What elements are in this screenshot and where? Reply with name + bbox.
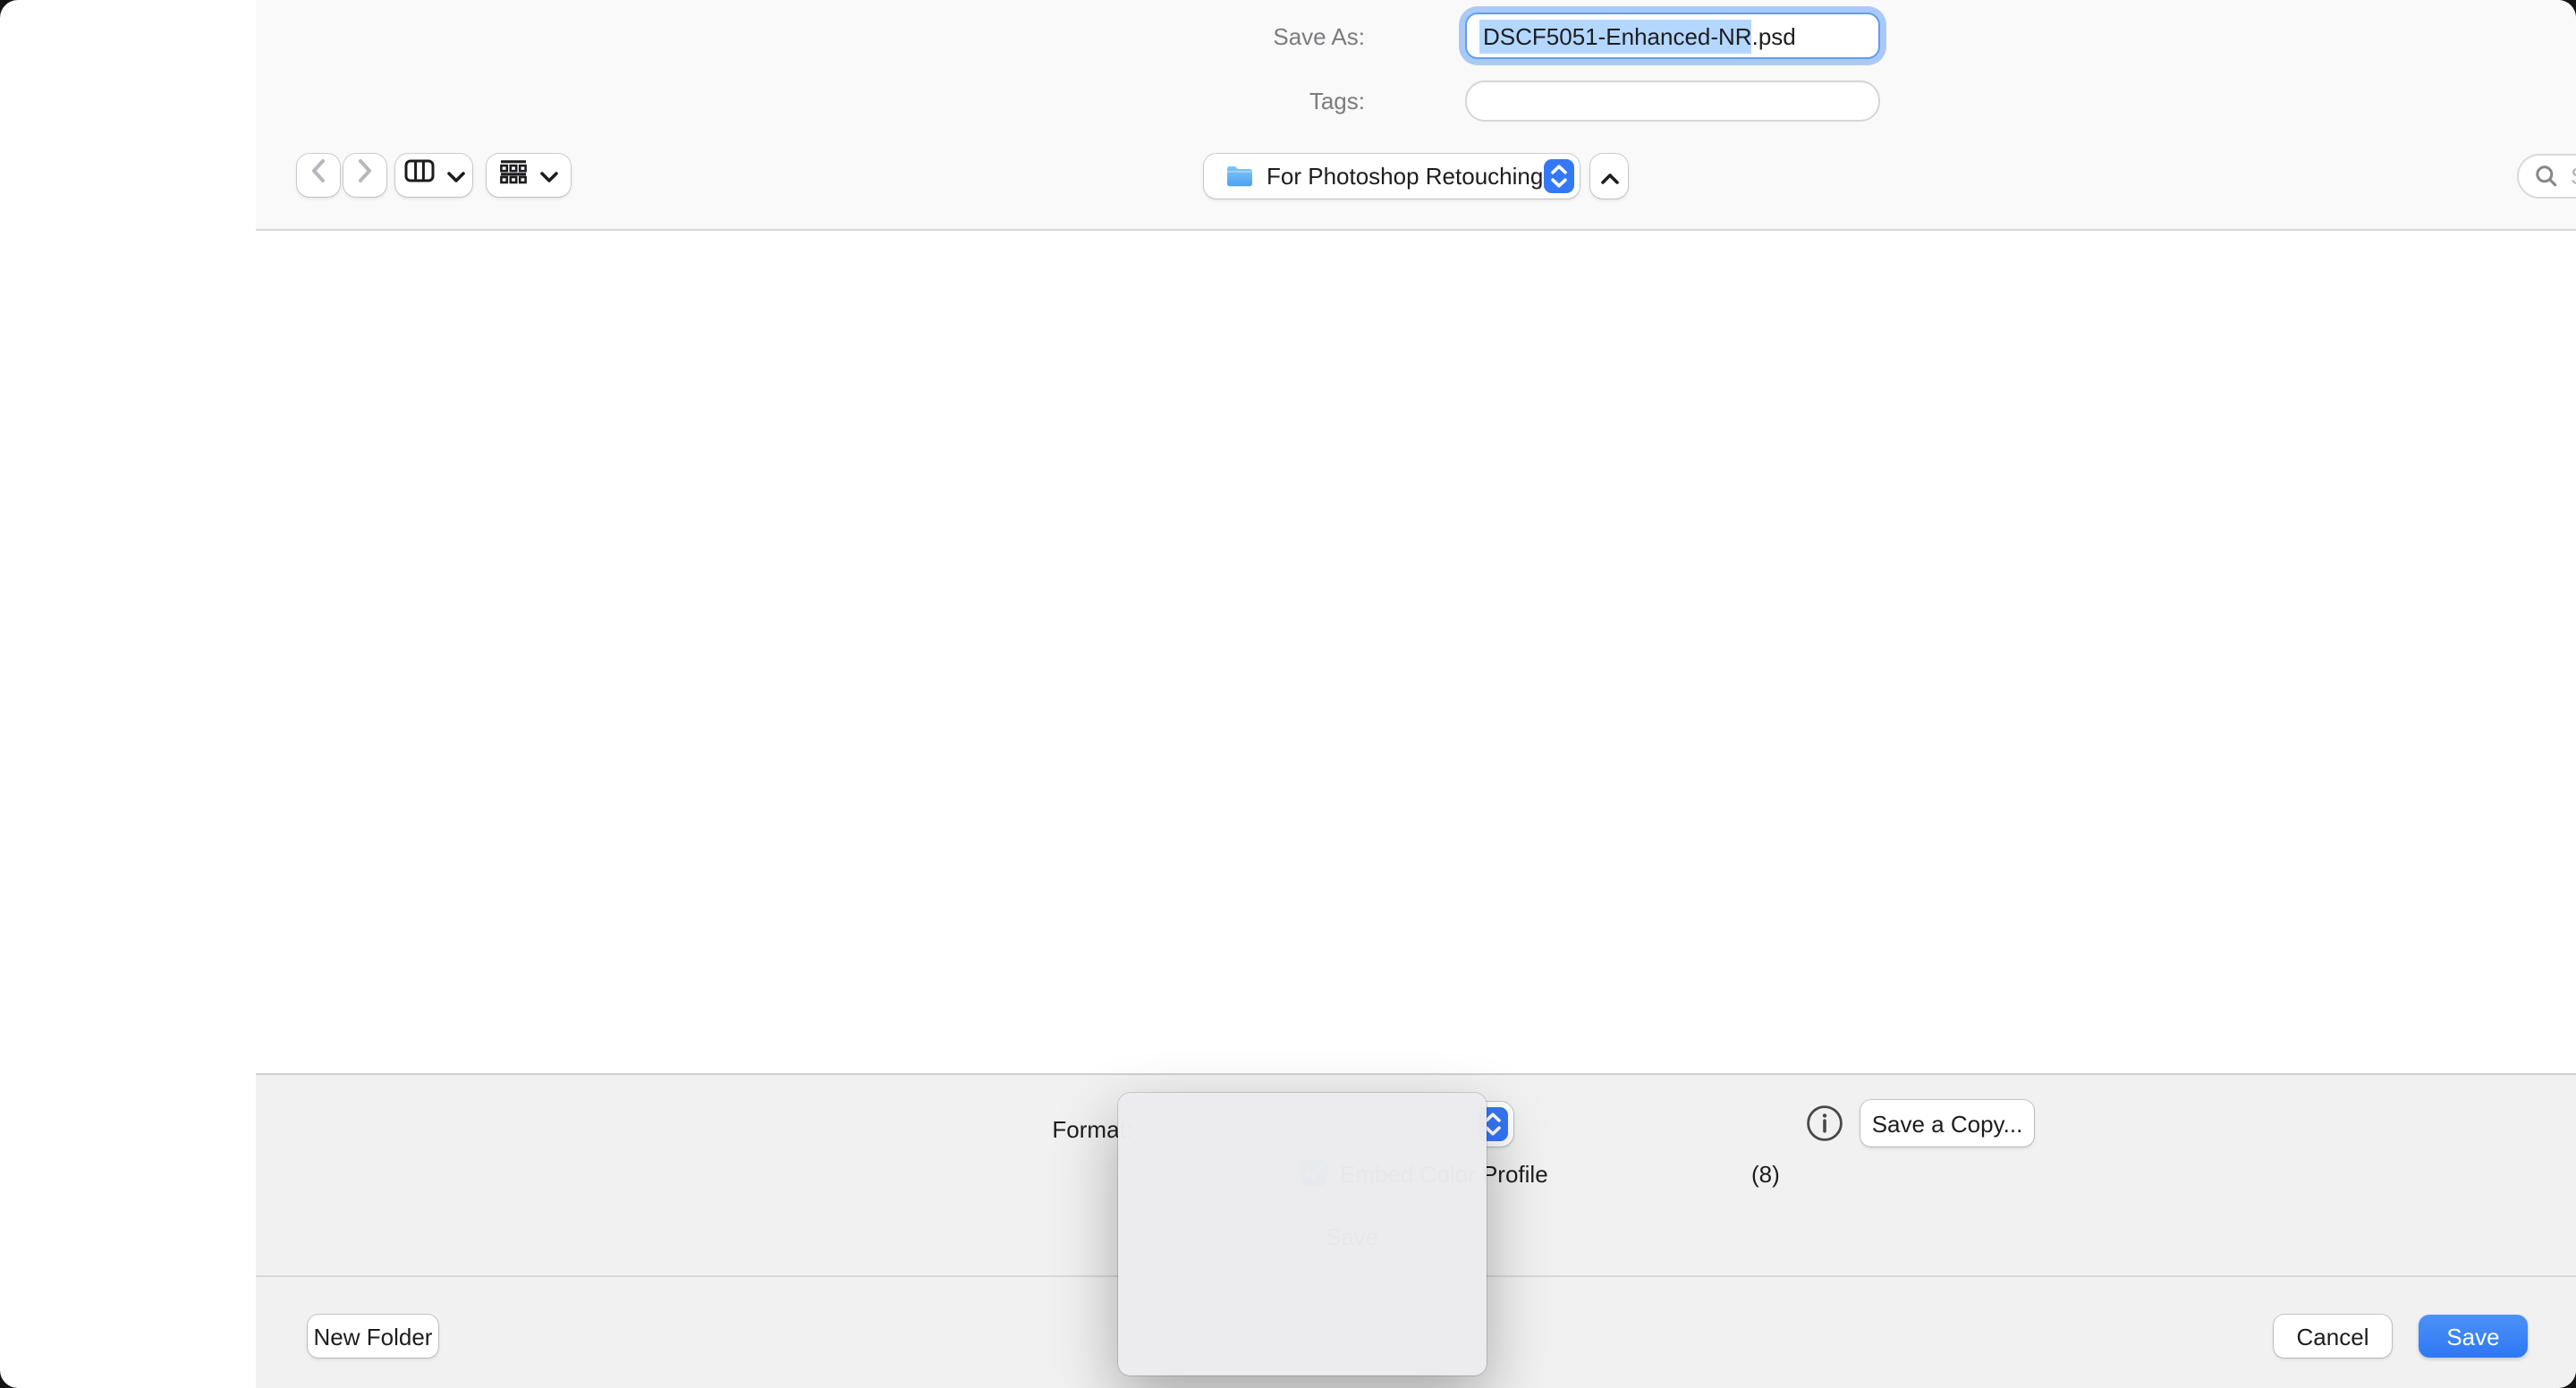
format-label: Format: [939,1116,1132,1143]
forward-button[interactable] [343,154,386,197]
cancel-button[interactable]: Cancel [2274,1315,2392,1358]
save-dialog: Save As: DSCF5051-Enhanced-NR.psd Tags: … [0,0,2576,1388]
stepper-icon [1544,159,1574,193]
format-menu [1118,1093,1487,1375]
column-view-icon [403,159,434,191]
tags-label: Tags: [1043,88,1365,114]
save-button[interactable]: Save [2419,1315,2528,1358]
back-button[interactable] [297,154,340,197]
file-browser [256,229,2576,1073]
info-icon[interactable] [1805,1104,1844,1143]
chevron-up-icon [1600,160,1618,192]
search-icon [2535,165,2558,188]
back-chevron-icon [311,159,326,191]
filename-input[interactable]: DSCF5051-Enhanced-NR.psd [1465,13,1880,59]
tags-input[interactable] [1465,80,1880,122]
folder-icon [1225,165,1254,188]
search-input[interactable] [2567,161,2576,191]
save-a-copy-button[interactable]: Save a Copy... [1860,1100,2034,1147]
screen: Save As: DSCF5051-Enhanced-NR.psd Tags: … [0,0,2576,1388]
chevron-down-icon [540,159,558,191]
collapse-button[interactable] [1590,154,1628,199]
save-as-label: Save As: [1043,23,1365,50]
text-fragment: (8) [1751,1161,1780,1188]
search-field[interactable] [2517,154,2576,199]
chevron-down-icon [446,159,464,191]
folder-popup-button[interactable]: For Photoshop Retouching [1204,154,1580,199]
forward-chevron-icon [358,159,372,191]
dialog-header: Save As: DSCF5051-Enhanced-NR.psd Tags: … [256,0,2576,229]
group-view-button[interactable] [487,154,571,197]
new-folder-button[interactable]: New Folder [308,1315,438,1358]
filename-selected-text: DSCF5051-Enhanced-NR [1479,19,1752,53]
column-view-button[interactable] [395,154,472,197]
filename-extension: .psd [1752,22,1796,49]
group-view-icon [499,158,528,192]
folder-popup-value: For Photoshop Retouching [1267,163,1544,190]
